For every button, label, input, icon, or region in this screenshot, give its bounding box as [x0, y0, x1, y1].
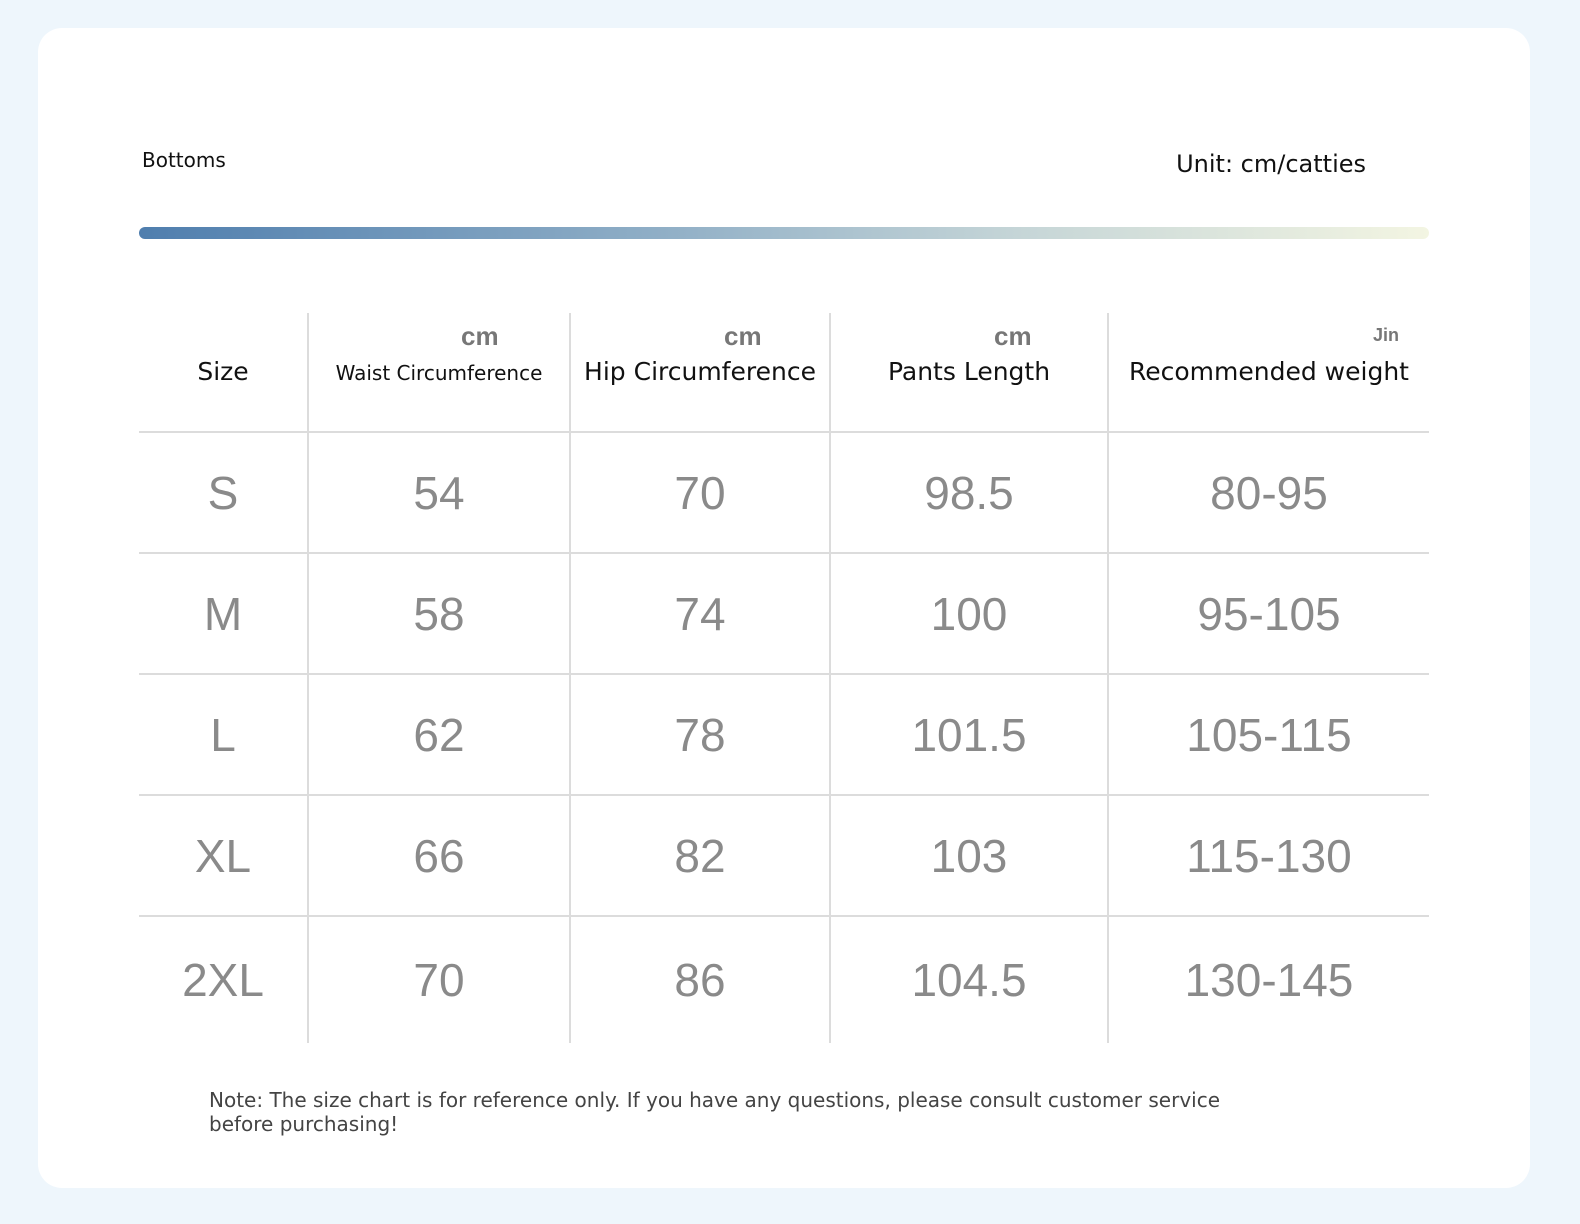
column-label: Recommended weight [1129, 357, 1409, 386]
gradient-divider [139, 227, 1429, 239]
disclaimer-note: Note: The size chart is for reference on… [209, 1088, 1221, 1136]
waist-cell: 70 [307, 916, 570, 1043]
table-row: S 54 70 98.5 80-95 [139, 432, 1429, 554]
size-cell: S [139, 432, 308, 554]
size-table: Size cm Waist Circumference cm Hip Circu… [139, 313, 1429, 1043]
weight-cell: 80-95 [1107, 432, 1429, 554]
table-header-row: Size cm Waist Circumference cm Hip Circu… [139, 313, 1429, 433]
column-label: Size [197, 357, 249, 386]
waist-cell: 54 [307, 432, 570, 554]
pants-length-cell: 103 [829, 795, 1108, 917]
pants-length-cell: 101.5 [829, 674, 1108, 796]
weight-cell: 105-115 [1107, 674, 1429, 796]
waist-cell: 58 [307, 553, 570, 675]
pants-length-cell: 98.5 [829, 432, 1108, 554]
size-cell: L [139, 674, 308, 796]
pants-length-cell: 100 [829, 553, 1108, 675]
table-row: L 62 78 101.5 105-115 [139, 674, 1429, 796]
waist-cell: 62 [307, 674, 570, 796]
waist-cell: 66 [307, 795, 570, 917]
pants-length-cell: 104.5 [829, 916, 1108, 1043]
hip-cell: 86 [569, 916, 830, 1043]
hip-cell: 74 [569, 553, 830, 675]
table-row: M 58 74 100 95-105 [139, 553, 1429, 675]
hip-cell: 78 [569, 674, 830, 796]
column-unit: cm [461, 321, 499, 351]
section-title: Bottoms [142, 148, 226, 172]
column-unit: Jin [1373, 325, 1400, 345]
column-header-pants-length: cm Pants Length [829, 313, 1108, 433]
column-header-weight: Jin Recommended weight [1107, 313, 1429, 433]
table-row: XL 66 82 103 115-130 [139, 795, 1429, 917]
column-header-size: Size [139, 313, 308, 433]
size-cell: M [139, 553, 308, 675]
column-label: Hip Circumference [584, 357, 816, 386]
weight-cell: 95-105 [1107, 553, 1429, 675]
size-chart-card: Bottoms Unit: cm/catties Size cm Waist C… [38, 28, 1530, 1188]
column-label: Pants Length [887, 357, 1051, 386]
column-header-waist: cm Waist Circumference [307, 313, 570, 433]
hip-cell: 82 [569, 795, 830, 917]
column-label: Waist Circumference [335, 361, 543, 385]
size-cell: XL [139, 795, 308, 917]
table-row: 2XL 70 86 104.5 130-145 [139, 916, 1429, 1043]
column-header-hip: cm Hip Circumference [569, 313, 830, 433]
size-cell: 2XL [182, 954, 264, 1006]
column-unit: cm [724, 321, 762, 351]
weight-cell: 115-130 [1107, 795, 1429, 917]
hip-cell: 70 [569, 432, 830, 554]
weight-cell: 130-145 [1107, 916, 1429, 1043]
column-unit: cm [994, 321, 1032, 351]
unit-label: Unit: cm/catties [1176, 150, 1366, 178]
